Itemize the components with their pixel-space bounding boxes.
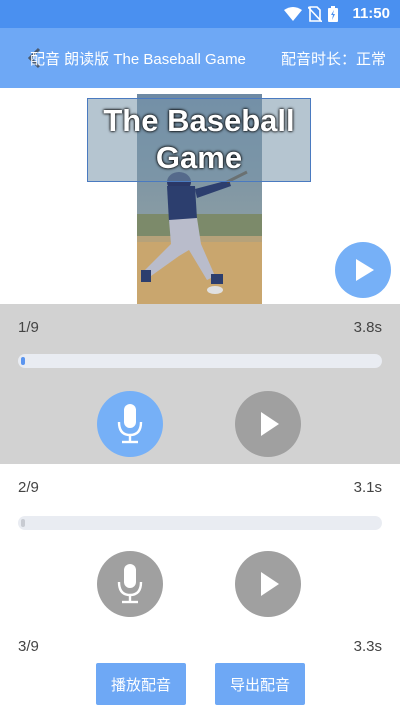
segment-index: 2/9 <box>18 479 39 496</box>
app-bar: 配音 朗读版 The Baseball Game 配音时长：正常 <box>0 28 400 88</box>
cover-area: The Baseball Game <box>0 88 400 304</box>
segment-index: 1/9 <box>18 319 39 336</box>
dub-duration-setting[interactable]: 配音时长：正常 <box>281 48 386 69</box>
book-title-overlay: The Baseball Game <box>87 98 311 182</box>
play-icon <box>261 572 279 596</box>
status-time: 11:50 <box>352 5 390 22</box>
bottom-action-bar: 播放配音 导出配音 <box>0 658 400 710</box>
no-sim-icon <box>308 6 322 22</box>
battery-icon <box>328 6 338 22</box>
play-original-button[interactable] <box>335 242 391 298</box>
play-dub-button[interactable]: 播放配音 <box>96 663 186 705</box>
segment-duration: 3.8s <box>353 319 382 336</box>
book-title-line-1: The Baseball <box>103 103 295 138</box>
status-icons <box>284 6 338 22</box>
sentence-segment-1[interactable]: 1/9 3.8s <box>0 304 400 464</box>
play-recording-button[interactable] <box>235 391 301 457</box>
play-icon <box>356 259 374 281</box>
record-button[interactable] <box>97 391 163 457</box>
export-dub-button[interactable]: 导出配音 <box>215 663 305 705</box>
mic-icon <box>117 404 143 444</box>
record-button[interactable] <box>97 551 163 617</box>
sentence-segment-3[interactable]: 3/9 3.3s <box>0 634 400 658</box>
segment-progress-bar <box>18 516 382 530</box>
sentence-segment-2[interactable]: 2/9 3.1s <box>0 464 400 634</box>
segment-duration: 3.1s <box>353 479 382 496</box>
segment-progress-fill <box>21 519 25 527</box>
segment-index: 3/9 <box>18 638 39 655</box>
play-icon <box>261 412 279 436</box>
mic-icon <box>117 564 143 604</box>
book-title-line-2: Game <box>155 140 243 175</box>
page-title: 配音 朗读版 The Baseball Game <box>30 51 246 68</box>
segment-duration: 3.3s <box>353 638 382 655</box>
play-recording-button[interactable] <box>235 551 301 617</box>
wifi-icon <box>284 7 302 21</box>
status-bar: 11:50 <box>0 0 400 28</box>
segment-progress-bar <box>18 354 382 368</box>
segment-progress-fill <box>21 357 25 365</box>
